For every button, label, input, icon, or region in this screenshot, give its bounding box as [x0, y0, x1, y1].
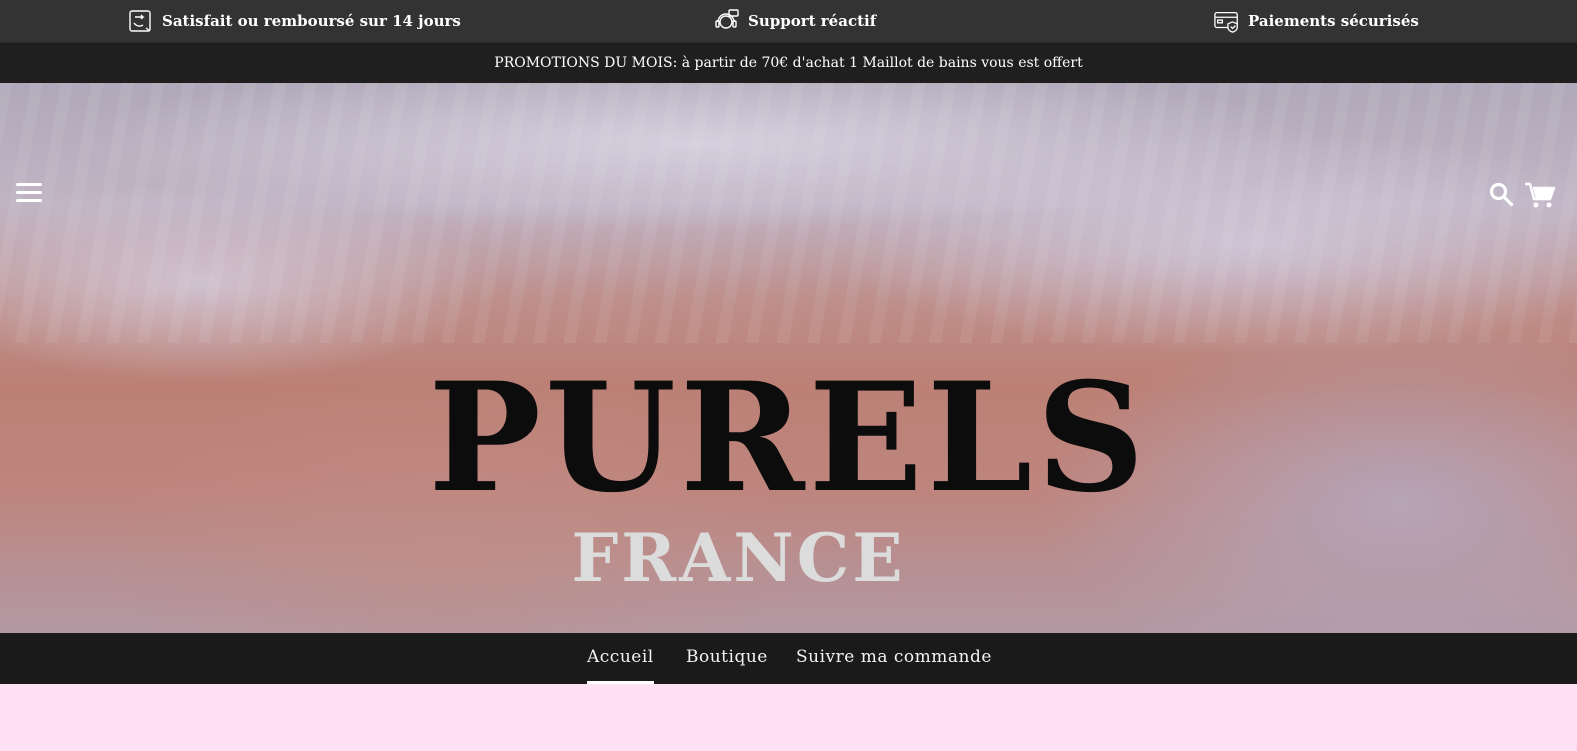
promo-banner: PROMOTIONS DU MOIS: à partir de 70€ d'ac…: [0, 42, 1577, 83]
trust-item-refund: Satisfait ou remboursé sur 14 jours: [128, 0, 461, 42]
cart-icon[interactable]: [1524, 181, 1556, 209]
secure-card-icon: [1214, 11, 1238, 33]
trust-bar: Satisfait ou remboursé sur 14 jours Supp…: [0, 0, 1577, 42]
trust-item-support: Support réactif: [714, 0, 876, 42]
trust-refund-label: Satisfait ou remboursé sur 14 jours: [162, 12, 461, 30]
hero-slideshow: PURELS FRANCE: [0, 83, 1577, 633]
headset-icon: [715, 9, 739, 29]
promo-text: PROMOTIONS DU MOIS: à partir de 70€ d'ac…: [494, 55, 1083, 71]
trust-payments-label: Paiements sécurisés: [1248, 12, 1419, 30]
search-icon[interactable]: [1488, 181, 1514, 207]
nav-item-suivre-commande[interactable]: Suivre ma commande: [796, 633, 992, 684]
hamburger-icon: [16, 183, 42, 186]
brand-logo-text: PURELS: [428, 350, 1149, 526]
refund-box-icon: [129, 10, 151, 32]
trust-support-label: Support réactif: [748, 12, 877, 30]
hamburger-icon-line-2: [16, 191, 42, 194]
brand-subtitle: FRANCE: [571, 519, 906, 597]
hamburger-icon-line-3: [16, 199, 42, 202]
menu-button[interactable]: [16, 183, 42, 205]
nav-item-accueil[interactable]: Accueil: [587, 633, 654, 684]
main-nav: Accueil Boutique Suivre ma commande: [0, 633, 1577, 684]
trust-item-payments: Paiements sécurisés: [1214, 0, 1419, 42]
nav-item-boutique[interactable]: Boutique: [686, 633, 768, 684]
page-content-area: [0, 684, 1577, 751]
